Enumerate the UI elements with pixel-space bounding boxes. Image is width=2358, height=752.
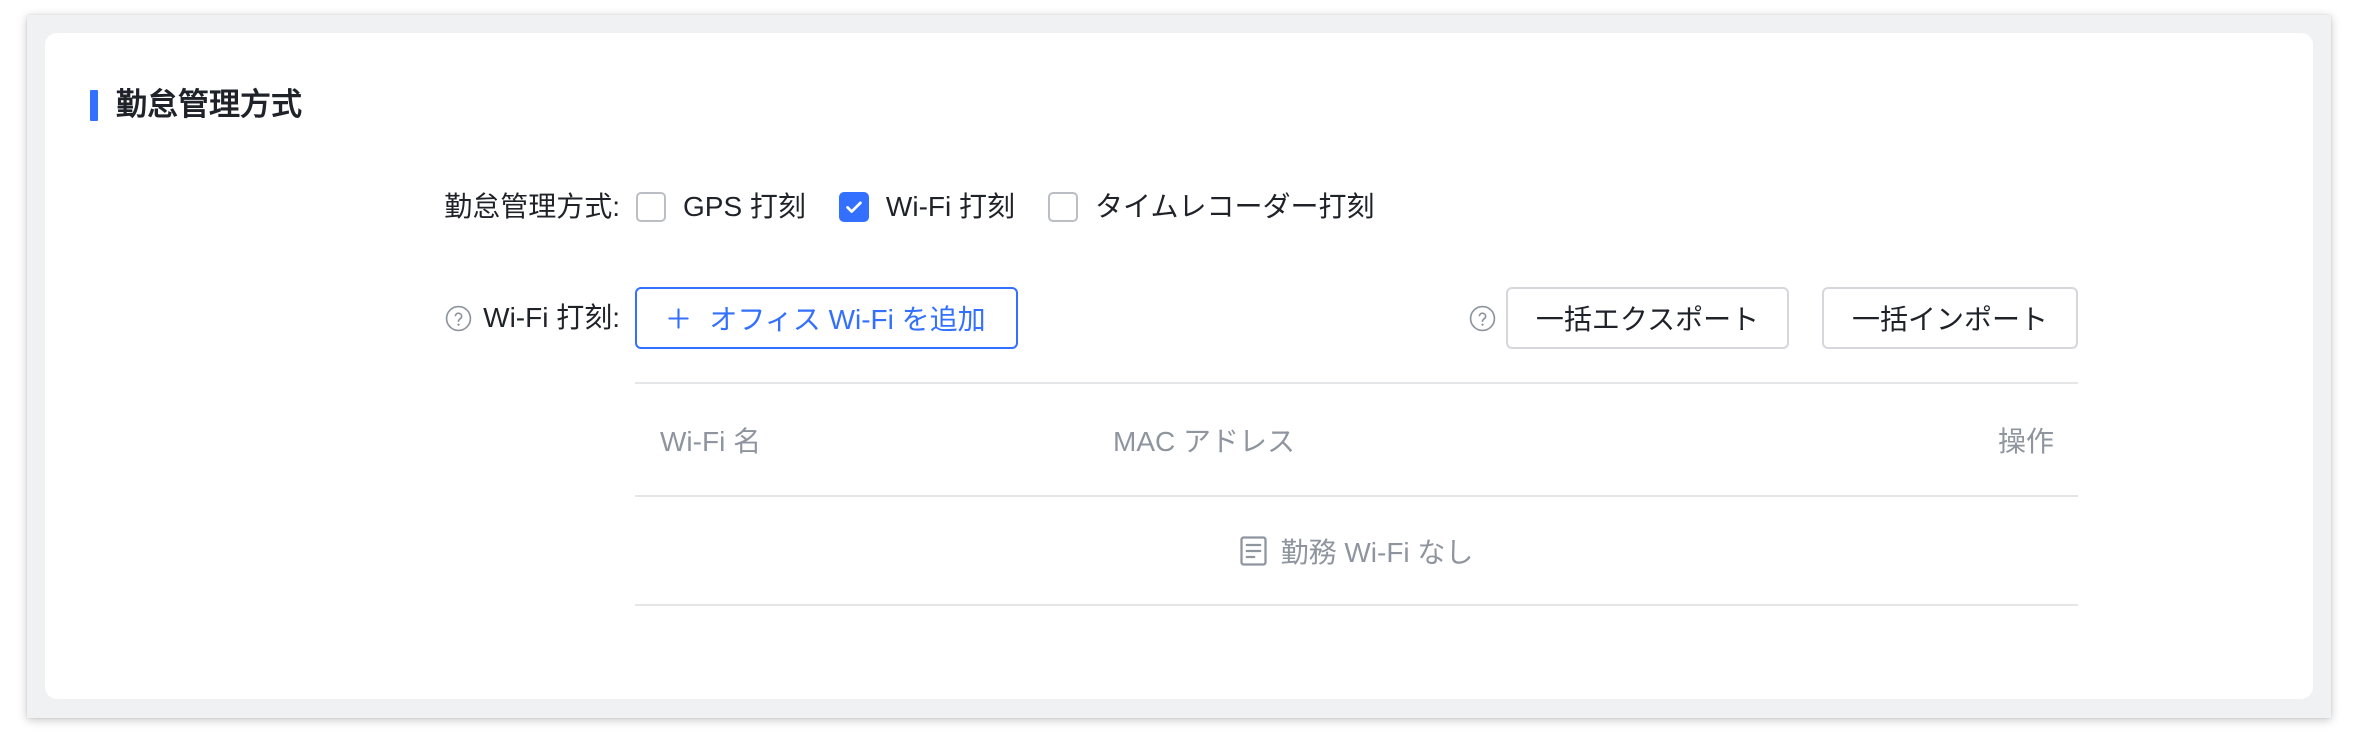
- question-circle-icon[interactable]: [1469, 305, 1496, 332]
- table-header: Wi-Fi 名 MAC アドレス 操作: [635, 384, 2078, 497]
- bulk-export-label: 一括エクスポート: [1535, 304, 1760, 335]
- time-recorder-punch-checkbox[interactable]: [1048, 192, 1078, 222]
- option-gps-punch[interactable]: GPS 打刻: [636, 187, 806, 227]
- time-recorder-punch-label[interactable]: タイムレコーダー打刻: [1095, 187, 1374, 227]
- option-wifi-punch[interactable]: Wi-Fi 打刻: [838, 187, 1015, 227]
- check-icon: [846, 201, 862, 213]
- bulk-import-button[interactable]: 一括インポート: [1822, 287, 2078, 349]
- column-header-actions: 操作: [1997, 425, 2054, 457]
- settings-card: 勤怠管理方式 勤怠管理方式: GPS 打刻 Wi-Fi 打刻 タイムレコーダー打…: [45, 33, 2313, 699]
- wifi-punch-label[interactable]: Wi-Fi 打刻: [886, 187, 1015, 227]
- empty-state-text: 勤務 Wi-Fi なし: [1280, 536, 1474, 568]
- wifi-table: Wi-Fi 名 MAC アドレス 操作 勤務 Wi-Fi なし: [635, 382, 2078, 606]
- wifi-punch-field-label-text: Wi-Fi 打刻:: [483, 302, 620, 333]
- wifi-punch-field-label: Wi-Fi 打刻:: [45, 298, 620, 338]
- page-frame: 勤怠管理方式 勤怠管理方式: GPS 打刻 Wi-Fi 打刻 タイムレコーダー打…: [27, 15, 2331, 718]
- option-time-recorder-punch[interactable]: タイムレコーダー打刻: [1048, 187, 1374, 227]
- attendance-method-label: 勤怠管理方式:: [45, 187, 620, 227]
- section-title: 勤怠管理方式: [116, 87, 302, 122]
- wifi-punch-row: Wi-Fi 打刻: オフィス Wi-Fi を追加 一括エクスポート 一括インポー…: [45, 287, 2313, 349]
- section-accent-bar: [90, 90, 98, 121]
- bulk-import-label: 一括インポート: [1851, 304, 2048, 335]
- document-icon: [1239, 535, 1267, 566]
- question-circle-icon[interactable]: [445, 305, 472, 332]
- gps-punch-label[interactable]: GPS 打刻: [683, 187, 806, 227]
- attendance-method-label-text: 勤怠管理方式:: [444, 191, 620, 222]
- bulk-actions: 一括エクスポート 一括インポート: [1469, 287, 2078, 349]
- table-empty-state: 勤務 Wi-Fi なし: [635, 497, 2078, 606]
- add-office-wifi-label: オフィス Wi-Fi を追加: [709, 304, 986, 335]
- column-header-mac-address: MAC アドレス: [1113, 425, 1296, 457]
- wifi-punch-checkbox[interactable]: [838, 192, 869, 222]
- wifi-punch-controls: オフィス Wi-Fi を追加 一括エクスポート 一括インポート: [635, 287, 2078, 349]
- attendance-method-row: 勤怠管理方式: GPS 打刻 Wi-Fi 打刻 タイムレコーダー打刻: [45, 176, 2313, 238]
- add-office-wifi-button[interactable]: オフィス Wi-Fi を追加: [635, 287, 1018, 349]
- attendance-method-options: GPS 打刻 Wi-Fi 打刻 タイムレコーダー打刻: [636, 187, 1407, 227]
- column-header-wifi-name: Wi-Fi 名: [660, 425, 762, 457]
- bulk-export-button[interactable]: 一括エクスポート: [1506, 287, 1789, 349]
- gps-punch-checkbox[interactable]: [636, 192, 666, 222]
- plus-icon: [667, 307, 690, 330]
